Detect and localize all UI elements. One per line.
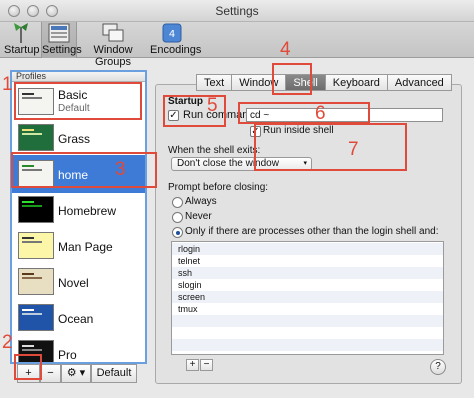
never-radio[interactable] xyxy=(172,212,183,223)
list-item[interactable]: slogin xyxy=(172,279,443,291)
settings-tabs: Text Window Shell Keyboard Advanced xyxy=(196,74,452,91)
annotation-label-1: 1 xyxy=(2,74,13,95)
never-label: Never xyxy=(185,211,212,222)
list-item[interactable]: tmux xyxy=(172,303,443,315)
toolbar-startup[interactable]: Startup xyxy=(4,22,39,58)
toolbar-window-groups[interactable]: Window Groups xyxy=(80,22,146,68)
window-title: Settings xyxy=(215,4,259,18)
list-item[interactable]: telnet xyxy=(172,255,443,267)
annotation-box-3 xyxy=(11,152,157,188)
list-item xyxy=(172,315,443,327)
remove-profile-button[interactable]: − xyxy=(40,364,61,383)
annotation-label-4: 4 xyxy=(280,39,291,60)
startup-icon xyxy=(14,23,28,43)
list-item[interactable]: rlogin xyxy=(172,243,443,255)
always-label: Always xyxy=(185,196,217,207)
title-bar: Settings xyxy=(0,0,474,22)
process-list[interactable]: rlogin telnet ssh slogin screen tmux xyxy=(171,241,444,355)
only-if-radio[interactable] xyxy=(172,227,183,238)
add-process-button[interactable]: + xyxy=(186,359,199,371)
settings-icon xyxy=(48,23,70,43)
annotation-label-6: 6 xyxy=(315,103,326,124)
remove-process-button[interactable]: − xyxy=(200,359,213,371)
window-groups-icon xyxy=(102,23,124,42)
tab-advanced[interactable]: Advanced xyxy=(386,74,452,91)
list-item[interactable]: ssh xyxy=(172,267,443,279)
toolbar-encodings[interactable]: 4 Encodings xyxy=(150,22,201,58)
profile-actions-menu[interactable]: ⚙ ▾ xyxy=(61,364,91,383)
annotation-box-1 xyxy=(14,82,142,120)
shell-exits-heading: When the shell exits: xyxy=(168,145,261,156)
annotation-box-6 xyxy=(238,102,370,124)
annotation-label-5: 5 xyxy=(207,95,218,116)
set-default-button[interactable]: Default xyxy=(91,364,137,383)
list-item xyxy=(172,327,443,339)
prompt-heading: Prompt before closing: xyxy=(168,182,269,193)
annotation-label-3: 3 xyxy=(115,159,126,180)
annotation-box-7 xyxy=(254,123,407,171)
annotation-box-4 xyxy=(272,63,312,95)
annotation-label-2: 2 xyxy=(2,332,13,353)
list-item xyxy=(172,339,443,351)
help-button[interactable]: ? xyxy=(430,359,446,375)
annotation-label-7: 7 xyxy=(348,139,359,160)
annotation-box-2 xyxy=(14,354,42,380)
toolbar: Startup Settings Window Groups 4 Encodin… xyxy=(0,22,474,68)
tab-keyboard[interactable]: Keyboard xyxy=(324,74,388,91)
encodings-icon: 4 xyxy=(162,23,182,43)
always-radio[interactable] xyxy=(172,197,183,208)
svg-text:4: 4 xyxy=(169,29,175,40)
list-item[interactable]: screen xyxy=(172,291,443,303)
toolbar-settings[interactable]: Settings xyxy=(41,22,82,58)
only-if-label: Only if there are processes other than t… xyxy=(185,226,439,237)
tab-text[interactable]: Text xyxy=(196,74,233,91)
settings-window: Settings Startup Settings Window Groups … xyxy=(0,0,474,398)
